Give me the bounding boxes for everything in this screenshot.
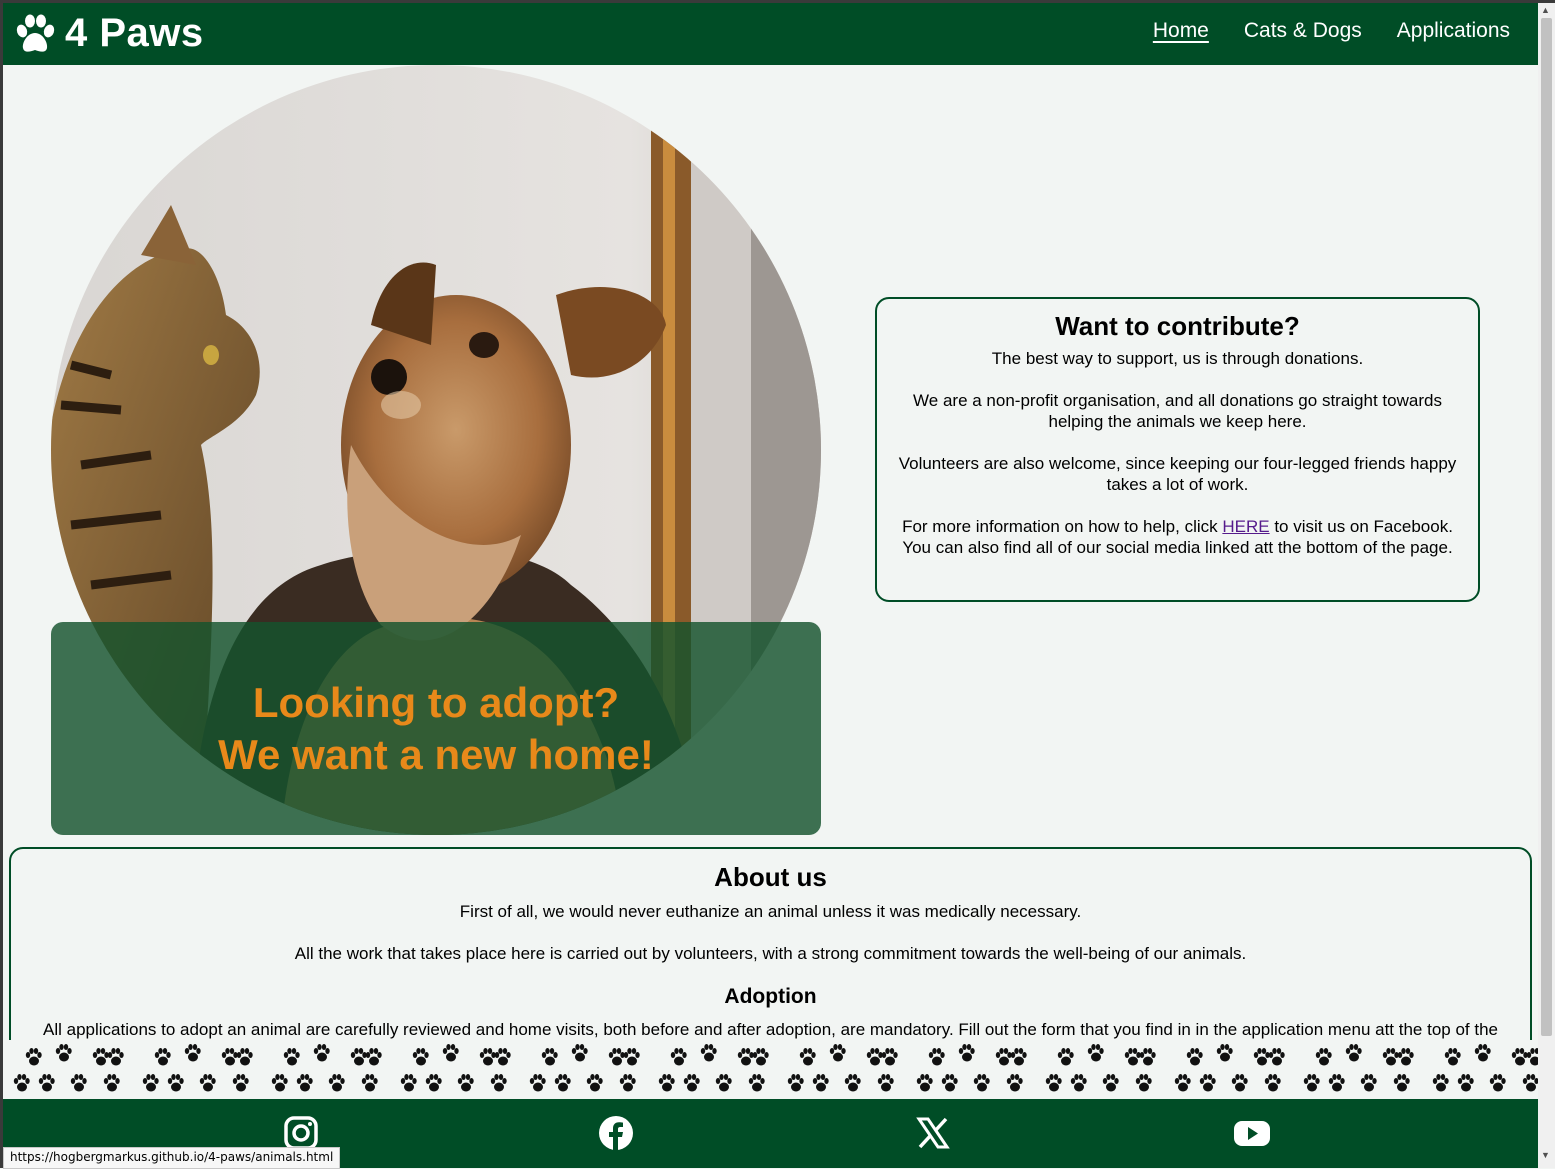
- hero-headline-2: We want a new home!: [218, 730, 654, 778]
- contribute-text-before-link: For more information on how to help, cli…: [902, 517, 1223, 536]
- paw-print-divider: [3, 1040, 1538, 1100]
- adoption-title: Adoption: [724, 985, 817, 1008]
- scroll-down-arrow-icon[interactable]: ▼: [1541, 1150, 1550, 1160]
- contribute-paragraph-4: For more information on how to help, cli…: [897, 516, 1458, 558]
- paw-icon: [16, 14, 55, 52]
- site-logo[interactable]: 4 Paws: [13, 11, 204, 56]
- site-header: 4 Paws Home Cats & Dogs Applications: [3, 3, 1538, 65]
- facebook-icon[interactable]: [597, 1114, 635, 1152]
- contribute-text-after-link: to visit us on Facebook.: [1269, 517, 1453, 536]
- adoption-paragraph: All applications to adopt an animal are …: [43, 1020, 1498, 1039]
- nav-applications[interactable]: Applications: [1397, 19, 1510, 43]
- contribute-paragraph-1: The best way to support, us is through d…: [991, 349, 1364, 368]
- contribute-text-line2: You can also find all of our social medi…: [902, 538, 1453, 557]
- main-nav: Home Cats & Dogs Applications: [1153, 19, 1510, 43]
- scrollbar-thumb[interactable]: [1541, 18, 1552, 1036]
- x-icon[interactable]: [914, 1114, 952, 1152]
- nav-home[interactable]: Home: [1153, 19, 1209, 43]
- contribute-paragraph-2: We are a non-profit organisation, and al…: [913, 391, 1442, 431]
- about-paragraph-2: All the work that takes place here is ca…: [294, 944, 1247, 963]
- about-title: About us: [714, 862, 827, 892]
- youtube-icon[interactable]: [1233, 1114, 1271, 1152]
- paw-pattern-icon: [3, 1040, 1538, 1100]
- contribute-title: Want to contribute?: [1055, 311, 1300, 341]
- scroll-up-arrow-icon[interactable]: ▲: [1541, 5, 1550, 15]
- hero-headline-1: Looking to adopt?: [252, 678, 620, 726]
- hero-banner: Looking to adopt? We want a new home!: [51, 622, 821, 835]
- facebook-here-link[interactable]: HERE: [1222, 517, 1269, 536]
- about-paragraph-1: First of all, we would never euthanize a…: [459, 902, 1082, 921]
- site-title: 4 Paws: [65, 11, 204, 55]
- link-status-url: https://hogbergmarkus.github.io/4-paws/a…: [3, 1147, 341, 1169]
- contribute-card: Want to contribute? The best way to supp…: [875, 297, 1480, 602]
- nav-cats-dogs[interactable]: Cats & Dogs: [1244, 19, 1362, 43]
- window-left-edge: [0, 0, 3, 1168]
- contribute-paragraph-3: Volunteers are also welcome, since keepi…: [898, 454, 1457, 494]
